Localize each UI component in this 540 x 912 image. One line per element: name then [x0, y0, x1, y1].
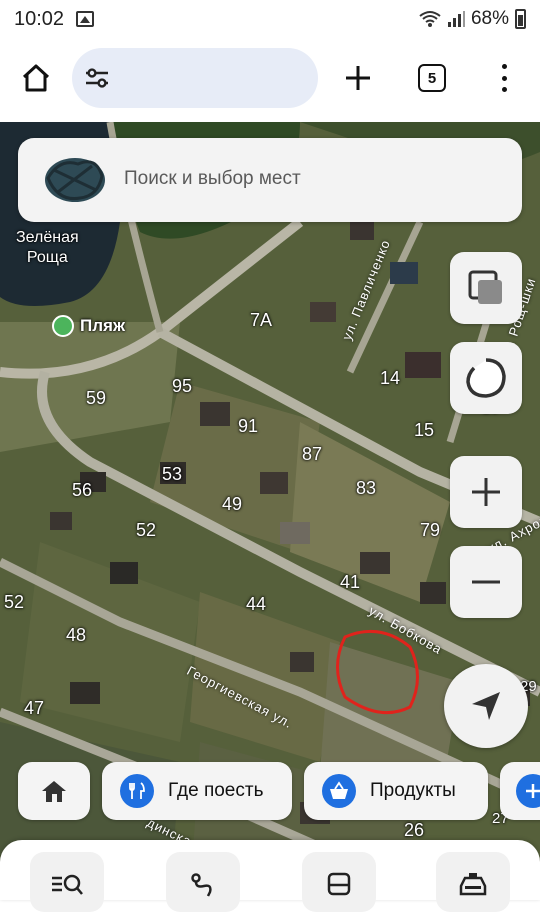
wifi-icon	[419, 11, 441, 27]
chip-home[interactable]	[18, 762, 90, 820]
house-number: 49	[222, 494, 243, 514]
house-number: 15	[414, 420, 435, 440]
bottom-toolbar	[0, 840, 540, 912]
layers-icon	[468, 270, 502, 304]
beach-label: Пляж	[80, 316, 125, 335]
status-time: 10:02	[14, 7, 65, 30]
address-bar[interactable]	[72, 48, 318, 108]
zoom-in-button[interactable]	[450, 456, 522, 528]
page-settings-icon[interactable]	[84, 65, 110, 91]
plus-icon	[516, 774, 540, 808]
tabs-counter-button[interactable]: 5	[418, 64, 446, 92]
search-panel[interactable]: Поиск и выбор мест	[18, 138, 522, 222]
taxi-button[interactable]	[436, 852, 510, 912]
menu-icon[interactable]	[494, 60, 514, 96]
basket-icon	[322, 774, 356, 808]
chip-more[interactable]	[500, 762, 540, 820]
house-icon	[42, 781, 66, 802]
alice-icon	[466, 358, 506, 398]
house-number: 26	[404, 820, 425, 840]
new-tab-button[interactable]	[338, 58, 378, 98]
new-tab-icon	[346, 66, 370, 90]
status-icons: 68%	[419, 8, 526, 30]
zoom-in-icon	[472, 478, 500, 506]
house-number: 41	[340, 572, 361, 592]
chip-groceries[interactable]: Продукты	[304, 762, 488, 820]
fork-knife-icon	[120, 774, 154, 808]
gallery-icon	[76, 11, 95, 27]
house-number: 87	[302, 444, 323, 464]
house-number: 83	[356, 478, 377, 498]
chip-label: Продукты	[370, 780, 456, 801]
house-number: 14	[380, 368, 401, 388]
house-number: 47	[24, 698, 45, 718]
house-number: 91	[238, 416, 259, 436]
home-button[interactable]	[18, 60, 54, 96]
search-input[interactable]: Поиск и выбор мест	[124, 168, 301, 190]
battery-percent: 68%	[470, 8, 509, 29]
layers-button[interactable]	[450, 252, 522, 324]
beach-poi[interactable]: Пляж	[52, 315, 125, 337]
taxi-icon	[459, 873, 487, 896]
browser-toolbar: 5	[0, 38, 540, 122]
signal-icon	[447, 11, 465, 27]
route-button[interactable]	[166, 852, 240, 912]
house-number: 56	[72, 480, 93, 500]
chip-label: Где поесть	[168, 780, 264, 801]
battery-icon	[515, 9, 526, 29]
chip-where-to-eat[interactable]: Где поесть	[102, 762, 292, 820]
beach-umbrella-icon	[52, 315, 74, 337]
house-number: 44	[246, 594, 267, 614]
avatar[interactable]	[40, 150, 110, 210]
transport-button[interactable]	[302, 852, 376, 912]
lake-name-label: Зелёная Роща	[16, 229, 79, 266]
zoom-out-button[interactable]	[450, 546, 522, 618]
search-list-icon	[52, 874, 83, 895]
house-number: 52	[136, 520, 157, 540]
house-number: 48	[66, 625, 87, 645]
house-number: 59	[86, 388, 107, 408]
status-bar: 10:02 68%	[0, 0, 540, 38]
search-list-button[interactable]	[30, 852, 104, 912]
route-icon	[191, 873, 212, 897]
bus-icon	[327, 872, 351, 896]
house-number: 52	[4, 592, 25, 612]
house-number: 53	[162, 464, 183, 484]
house-number: 7А	[250, 310, 273, 330]
house-number: 95	[172, 376, 193, 396]
assistant-button[interactable]	[450, 342, 522, 414]
zoom-out-icon	[472, 580, 500, 584]
navigation-arrow-icon	[472, 692, 500, 720]
house-number: 79	[420, 520, 441, 540]
locate-me-button[interactable]	[444, 664, 528, 748]
home-icon	[22, 64, 50, 92]
